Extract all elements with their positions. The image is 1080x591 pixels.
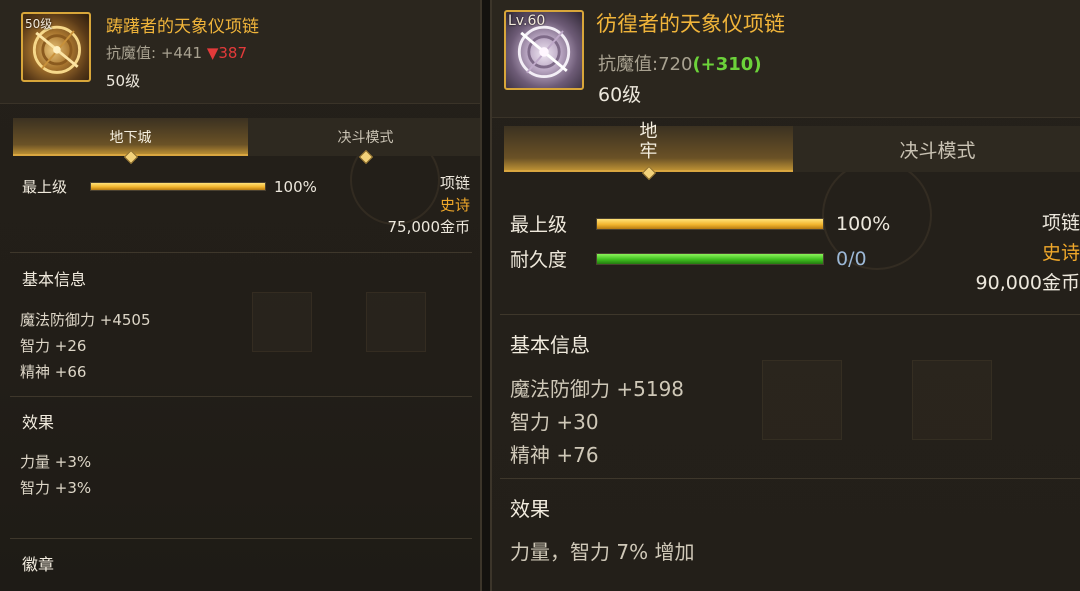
stat-line: 智力 +26: [20, 337, 87, 355]
item-type-info: 项链 史诗 75,000金币: [388, 172, 471, 238]
stat-line: 智力 +30: [510, 410, 599, 434]
tab-label: 决斗模式: [899, 139, 976, 162]
background-decoration: [252, 292, 312, 352]
durability-bar-row: 耐久度 0/0: [510, 245, 867, 272]
mode-tabs: 地 牢 决斗模式: [504, 122, 1080, 181]
effect-line: 智力 +3%: [20, 479, 92, 497]
grade-progress-bar: [596, 217, 824, 230]
grade-bar-row: 最上级 100%: [22, 176, 317, 197]
grade-value: 100%: [274, 177, 317, 196]
item-type: 项链: [1041, 212, 1080, 234]
background-decoration: [762, 360, 842, 440]
grade-label: 最上级: [510, 214, 568, 236]
divider: [10, 538, 472, 539]
tab-label: 地下城: [109, 130, 152, 146]
tab-dungeon[interactable]: 地下城: [13, 118, 248, 165]
item-price: 90,000金币: [975, 272, 1080, 294]
divider: [10, 252, 472, 253]
divider: [500, 314, 1080, 315]
celestial-necklace-icon[interactable]: 50级: [21, 12, 91, 82]
magic-resist-label: 抗魔值:: [598, 54, 659, 75]
divider: [10, 396, 472, 397]
item-header: 50级 踌躇者的天象仪项链 抗魔值: +441 ▼387 50级: [0, 0, 480, 104]
divider: [500, 478, 1080, 479]
tab-label: 地 牢: [639, 121, 658, 162]
basic-info-title: 基本信息: [22, 270, 87, 289]
diamond-icon: [641, 165, 656, 181]
item-tooltip-left: 50级 踌躇者的天象仪项链 抗魔值: +441 ▼387 50级 地下城 决斗模…: [0, 0, 482, 591]
basic-info-title: 基本信息: [510, 333, 590, 357]
durability-label: 耐久度: [510, 249, 568, 271]
grade-label: 最上级: [22, 178, 68, 196]
item-name: 彷徨者的天象仪项链: [596, 12, 785, 36]
item-rarity: 史诗: [1041, 242, 1080, 264]
grade-progress-bar: [90, 182, 266, 191]
durability-progress-bar: [596, 252, 824, 265]
grade-value: 100%: [836, 212, 891, 235]
magic-resist-label: 抗魔值:: [106, 44, 157, 62]
durability-value: 0/0: [836, 247, 867, 270]
item-tooltip-right: Lv.60 彷徨者的天象仪项链 抗魔值:720(+310) 60级 地 牢 决斗…: [490, 0, 1080, 591]
effect-line: 力量 +3%: [20, 453, 92, 471]
stat-line: 精神 +76: [510, 443, 599, 467]
panel-gap: [482, 0, 490, 591]
tab-duel-mode[interactable]: 决斗模式: [793, 126, 1080, 172]
tab-dungeon[interactable]: 地 牢: [504, 122, 793, 181]
item-header: Lv.60 彷徨者的天象仪项链 抗魔值:720(+310) 60级: [492, 0, 1080, 118]
grade-bar-fill: [597, 218, 823, 229]
diamond-icon: [123, 149, 138, 165]
effect-line: 力量，智力 7% 增加: [510, 540, 695, 564]
grade-bar-fill: [91, 183, 265, 190]
item-name: 踌躇者的天象仪项链: [106, 17, 259, 37]
stat-line: 魔法防御力 +5198: [510, 377, 685, 401]
magic-resist-value: 720: [658, 54, 693, 75]
tab-label: 决斗模式: [337, 130, 394, 146]
tab-duel-mode[interactable]: 决斗模式: [248, 118, 480, 165]
item-rarity: 史诗: [439, 196, 470, 214]
celestial-necklace-icon[interactable]: Lv.60: [504, 10, 584, 90]
background-decoration: [366, 292, 426, 352]
background-decoration: [912, 360, 992, 440]
stat-line: 魔法防御力 +4505: [20, 311, 151, 329]
emblem-title: 徽章: [22, 555, 55, 574]
magic-resist-value: +441: [160, 44, 203, 62]
magic-resist-row: 抗魔值:720(+310): [598, 50, 762, 76]
required-level: 60级: [598, 84, 642, 106]
effects-title: 效果: [510, 497, 550, 521]
decrease-arrow-icon: ▼: [206, 44, 219, 62]
durability-bar-fill: [597, 253, 823, 264]
item-price: 75,000金币: [387, 218, 471, 236]
item-type-info: 项链 史诗 90,000金币: [976, 208, 1080, 298]
item-level-badge: 50级: [25, 17, 53, 31]
required-level: 50级: [106, 72, 141, 90]
magic-resist-row: 抗魔值: +441 ▼387: [106, 42, 247, 63]
magic-resist-bonus: (+310): [692, 54, 762, 75]
item-level-badge: Lv.60: [508, 13, 546, 29]
effects-title: 效果: [22, 413, 55, 432]
item-type: 项链: [439, 174, 470, 192]
stat-line: 精神 +66: [20, 363, 87, 381]
mode-tabs: 地下城 决斗模式: [13, 118, 480, 165]
magic-resist-diff: 387: [218, 44, 248, 62]
grade-bar-row: 最上级 100%: [510, 210, 890, 237]
